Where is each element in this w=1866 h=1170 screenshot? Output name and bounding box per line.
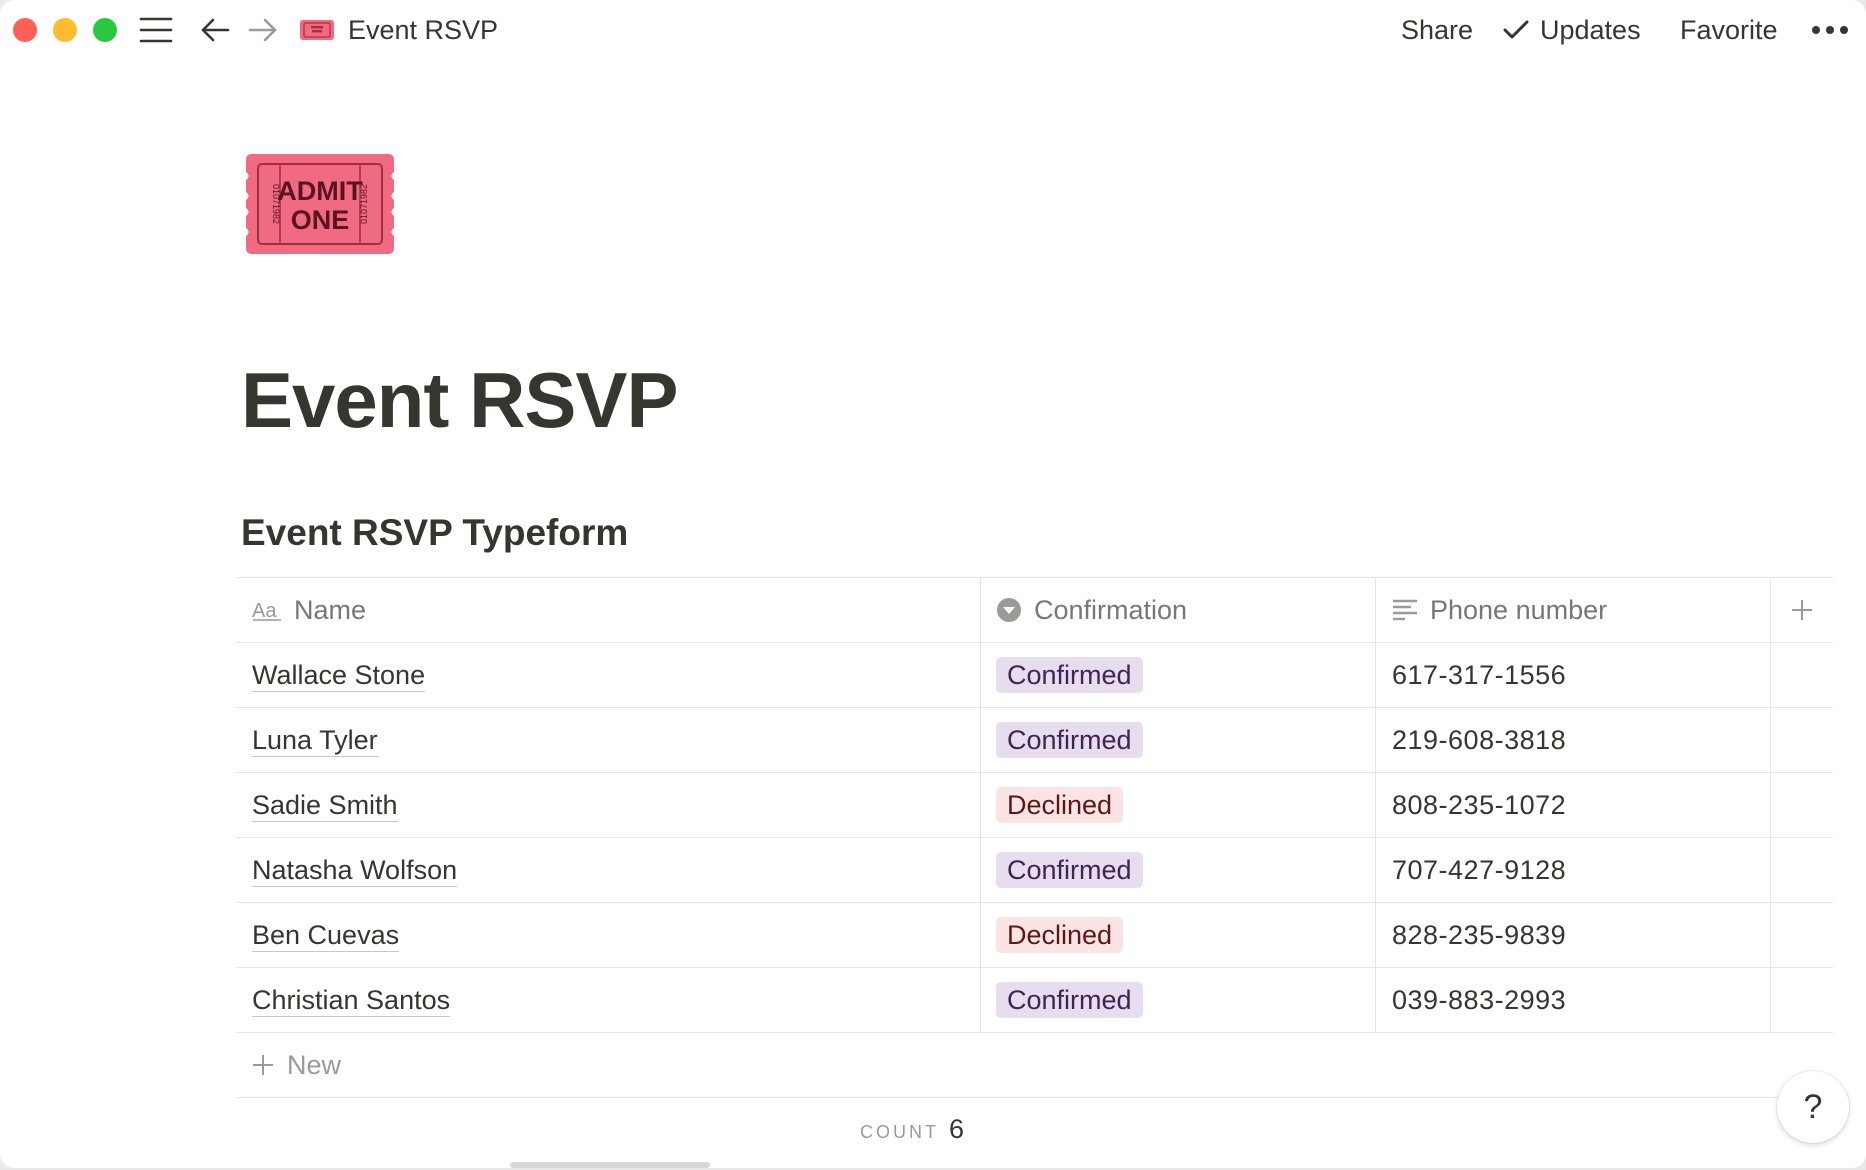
forward-arrow-icon[interactable] <box>246 9 280 51</box>
svg-text:01071982: 01071982 <box>271 184 281 224</box>
confirmation-tag: Confirmed <box>996 657 1143 693</box>
horizontal-scrollbar[interactable] <box>510 1162 710 1168</box>
confirmation-cell[interactable]: Confirmed <box>981 643 1376 707</box>
add-property-button[interactable] <box>1771 578 1833 642</box>
name-cell[interactable]: Wallace Stone <box>237 643 981 707</box>
confirmation-cell[interactable]: Declined <box>981 903 1376 967</box>
text-type-icon: Aa <box>252 600 281 621</box>
name-cell[interactable]: Christian Santos <box>237 968 981 1032</box>
table-header-row: Aa Name Confirmation Phone number <box>237 577 1833 643</box>
column-header-label: Phone number <box>1430 594 1608 625</box>
title-bar: Event RSVP Share Updates Favorite <box>0 0 1866 62</box>
row-phone: 808-235-1072 <box>1392 789 1567 820</box>
count-summary[interactable]: COUNT 6 <box>860 1114 964 1145</box>
confirmation-cell[interactable]: Confirmed <box>981 968 1376 1032</box>
confirmation-tag: Declined <box>996 787 1124 823</box>
confirmation-cell[interactable]: Confirmed <box>981 838 1376 902</box>
empty-cell <box>1771 968 1833 1032</box>
svg-text:Aa: Aa <box>252 600 277 621</box>
confirmation-tag: Confirmed <box>996 982 1143 1018</box>
row-name[interactable]: Christian Santos <box>252 984 451 1017</box>
database-table: Aa Name Confirmation Phone number Wallac… <box>237 577 1833 1098</box>
select-icon <box>997 598 1021 622</box>
new-row-cell: New <box>237 1033 341 1097</box>
column-header-confirmation[interactable]: Confirmation <box>981 578 1376 642</box>
new-row-label: New <box>287 1049 342 1080</box>
confirmation-tag: Declined <box>996 917 1124 953</box>
window-page-title: Event RSVP <box>348 15 499 45</box>
back-arrow-icon[interactable] <box>198 9 232 51</box>
new-row-button[interactable]: New <box>237 1033 1833 1098</box>
row-name[interactable]: Luna Tyler <box>252 724 378 757</box>
row-phone: 219-608-3818 <box>1392 724 1567 755</box>
database-title[interactable]: Event RSVP Typeform <box>241 508 628 558</box>
empty-cell <box>1771 708 1833 772</box>
phone-cell[interactable]: 219-608-3818 <box>1376 708 1771 772</box>
row-name[interactable]: Wallace Stone <box>252 659 426 692</box>
updates-label: Updates <box>1540 15 1641 45</box>
more-options-icon[interactable] <box>1810 9 1850 51</box>
name-cell[interactable]: Sadie Smith <box>237 773 981 837</box>
confirmation-cell[interactable]: Confirmed <box>981 708 1376 772</box>
table-body: Wallace Stone Confirmed 617-317-1556 Luna T… <box>237 643 1833 1033</box>
empty-cell <box>1771 773 1833 837</box>
table-row[interactable]: Ben Cuevas Declined 828-235-9839 <box>237 903 1833 968</box>
table-row[interactable]: Natasha Wolfson Confirmed 707-427-9128 <box>237 838 1833 903</box>
confirmation-cell[interactable]: Declined <box>981 773 1376 837</box>
empty-cell <box>1771 903 1833 967</box>
phone-cell[interactable]: 828-235-9839 <box>1376 903 1771 967</box>
name-cell[interactable]: Ben Cuevas <box>237 903 981 967</box>
zoom-window-button[interactable] <box>93 18 117 42</box>
plus-icon <box>253 1055 273 1075</box>
row-phone: 617-317-1556 <box>1392 659 1567 690</box>
column-header-phone[interactable]: Phone number <box>1376 578 1771 642</box>
confirmation-tag: Confirmed <box>996 722 1143 758</box>
phone-cell[interactable]: 707-427-9128 <box>1376 838 1771 902</box>
empty-cell <box>1771 838 1833 902</box>
svg-text:ADMIT: ADMIT <box>277 176 363 206</box>
row-name[interactable]: Ben Cuevas <box>252 919 400 952</box>
name-cell[interactable]: Luna Tyler <box>237 708 981 772</box>
plus-icon <box>1792 600 1812 620</box>
name-cell[interactable]: Natasha Wolfson <box>237 838 981 902</box>
column-header-label: Confirmation <box>1034 594 1188 625</box>
checkmark-icon <box>1503 20 1529 39</box>
empty-cell <box>1771 643 1833 707</box>
table-row[interactable]: Sadie Smith Declined 808-235-1072 <box>237 773 1833 838</box>
sidebar-menu-icon[interactable] <box>137 9 175 51</box>
updates-button[interactable]: Updates <box>1502 11 1641 49</box>
page-icon-ticket[interactable]: ADMIT ONE 01071982 01071982 <box>244 152 396 256</box>
table-row[interactable]: Luna Tyler Confirmed 219-608-3818 <box>237 708 1833 773</box>
svg-text:01071982: 01071982 <box>359 184 369 224</box>
phone-cell[interactable]: 617-317-1556 <box>1376 643 1771 707</box>
count-value: 6 <box>949 1114 965 1144</box>
count-label: COUNT <box>860 1122 939 1142</box>
close-window-button[interactable] <box>13 18 37 42</box>
table-row[interactable]: Christian Santos Confirmed 039-883-2993 <box>237 968 1833 1033</box>
row-name[interactable]: Natasha Wolfson <box>252 854 458 887</box>
page-title[interactable]: Event RSVP <box>241 350 678 450</box>
minimize-window-button[interactable] <box>53 18 77 42</box>
text-lines-icon <box>1393 599 1417 621</box>
phone-cell[interactable]: 808-235-1072 <box>1376 773 1771 837</box>
svg-text:ONE: ONE <box>291 205 350 235</box>
phone-cell[interactable]: 039-883-2993 <box>1376 968 1771 1032</box>
row-phone: 039-883-2993 <box>1392 984 1567 1015</box>
table-row[interactable]: Wallace Stone Confirmed 617-317-1556 <box>237 643 1833 708</box>
column-header-label: Name <box>294 594 367 625</box>
row-phone: 828-235-9839 <box>1392 919 1567 950</box>
confirmation-tag: Confirmed <box>996 852 1143 888</box>
share-button[interactable]: Share <box>1401 11 1473 49</box>
row-name[interactable]: Sadie Smith <box>252 789 398 822</box>
favorite-button[interactable]: Favorite <box>1680 11 1778 49</box>
row-phone: 707-427-9128 <box>1392 854 1567 885</box>
ticket-icon <box>299 9 335 51</box>
help-button[interactable]: ? <box>1777 1071 1849 1143</box>
app-window: Event RSVP Share Updates Favorite ADMIT … <box>0 0 1866 1168</box>
column-header-name[interactable]: Aa Name <box>237 578 981 642</box>
